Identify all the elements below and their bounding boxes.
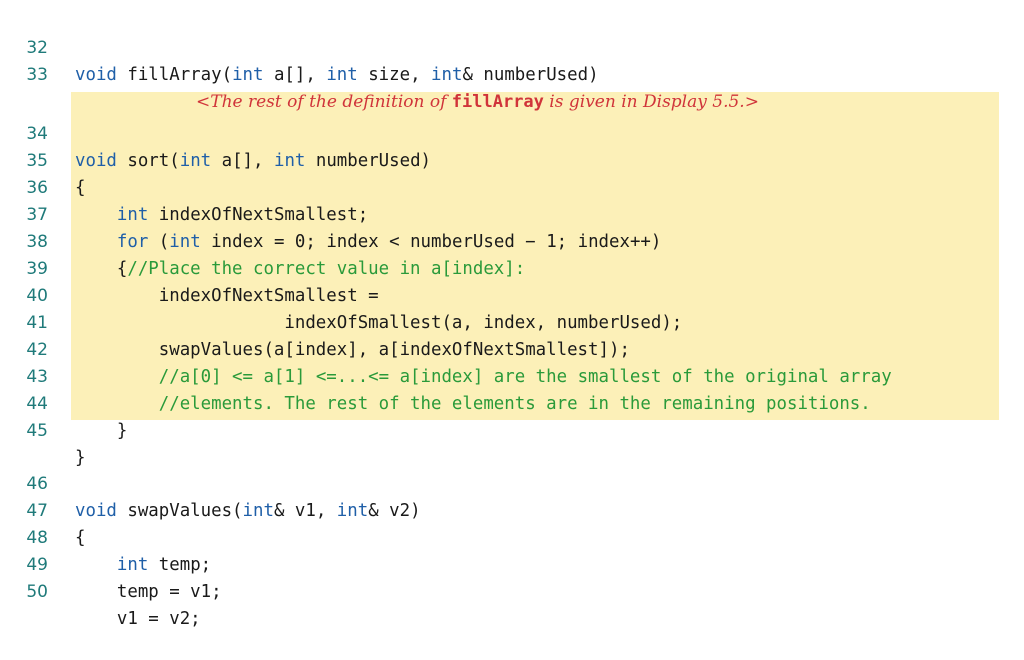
- code-text: {//Place the correct value in a[index]:: [75, 256, 525, 283]
- code-token: sort(: [116, 151, 180, 171]
- code-token: swapValues(: [116, 501, 243, 521]
- code-listing: 32 void fillArray(int a[], int size, int…: [0, 0, 1024, 629]
- keyword: int: [242, 501, 274, 521]
- code-token: a[],: [263, 65, 327, 85]
- code-line-43: 43 //elements. The rest of the elements …: [0, 337, 870, 414]
- line-number: 33: [26, 65, 48, 85]
- keyword: int: [232, 65, 264, 85]
- note-text: <The rest of the definition of: [196, 92, 452, 112]
- keyword: int: [116, 555, 149, 575]
- code-line-42: 42 //a[0] <= a[1] <=...<= a[index] are t…: [0, 310, 891, 387]
- code-line-50: 50 v1 = v2;: [0, 552, 200, 629]
- code-text: indexOfSmallest(a, index, numberUsed);: [75, 313, 683, 333]
- editorial-note: <The rest of the definition of fillArray…: [196, 89, 759, 116]
- code-line-33: 33 <The rest of the definition of fillAr…: [0, 35, 759, 112]
- keyword: int: [336, 501, 369, 521]
- code-line-47: 47 {: [0, 471, 85, 548]
- code-text: int temp;: [75, 552, 211, 579]
- code-line-41: 41 swapValues(a[index], a[indexOfNextSma…: [0, 283, 630, 360]
- keyword: int: [326, 65, 358, 85]
- keyword: for: [116, 232, 149, 252]
- keyword: int: [179, 151, 212, 171]
- code-text: indexOfNextSmallest =: [75, 286, 379, 306]
- line-number: 50: [26, 582, 48, 602]
- code-text: for (int index = 0; index < numberUsed −…: [75, 229, 661, 256]
- keyword: int: [116, 205, 149, 225]
- code-token: {: [75, 259, 128, 279]
- comment: //a[0] <= a[1] <=...<= a[index] are the …: [158, 367, 892, 387]
- code-line-40: 40 indexOfSmallest(a, index, numberUsed)…: [0, 256, 682, 333]
- code-line-45: 45 }: [0, 391, 85, 468]
- comment: //Place the correct value in a[index]:: [127, 259, 526, 279]
- code-line-36: 36 int indexOfNextSmallest;: [0, 148, 368, 225]
- code-token: fillArray(: [116, 65, 233, 85]
- code-text: void fillArray(int a[], int size, int& n…: [75, 62, 599, 89]
- keyword: void: [75, 151, 117, 171]
- code-line-35: 35 {: [0, 121, 85, 198]
- code-text: }: [75, 421, 128, 441]
- code-line-34: 34 void sort(int a[], int numberUsed): [0, 94, 431, 171]
- code-line-46: 46 void swapValues(int& v1, int& v2): [0, 444, 420, 521]
- code-line-49: 49 temp = v1;: [0, 525, 221, 602]
- code-text: //elements. The rest of the elements are…: [75, 391, 871, 418]
- comment: //elements. The rest of the elements are…: [158, 394, 871, 414]
- keyword: int: [169, 232, 201, 252]
- code-token: temp;: [148, 555, 212, 575]
- code-line-44: 44 }: [0, 364, 127, 441]
- code-token: index = 0; index < numberUsed − 1; index…: [200, 232, 662, 252]
- keyword: void: [75, 65, 117, 85]
- code-token: & numberUsed): [462, 65, 599, 85]
- code-text: void swapValues(int& v1, int& v2): [75, 498, 421, 525]
- code-token: a[],: [211, 151, 274, 171]
- code-token: (: [148, 232, 170, 252]
- code-text: {: [75, 178, 86, 198]
- code-text: //a[0] <= a[1] <=...<= a[index] are the …: [75, 364, 892, 391]
- code-line-48: 48 int temp;: [0, 498, 211, 575]
- code-text: {: [75, 528, 86, 548]
- code-line-32: 32 void fillArray(int a[], int size, int…: [0, 8, 598, 85]
- keyword: int: [273, 151, 306, 171]
- note-function-name: fillArray: [451, 92, 544, 112]
- code-text: temp = v1;: [75, 582, 222, 602]
- keyword: void: [75, 501, 117, 521]
- code-token: numberUsed): [305, 151, 432, 171]
- code-text: int indexOfNextSmallest;: [75, 202, 368, 229]
- code-line-38: 38 {//Place the correct value in a[index…: [0, 202, 525, 279]
- code-token: & v2): [368, 501, 421, 521]
- line-number: 45: [26, 421, 48, 441]
- code-text: }: [75, 448, 86, 468]
- keyword: int: [431, 65, 463, 85]
- code-line-39: 39 indexOfNextSmallest =: [0, 229, 378, 306]
- code-text: v1 = v2;: [75, 609, 201, 629]
- code-text: void sort(int a[], int numberUsed): [75, 148, 431, 175]
- code-token: & v1,: [273, 501, 337, 521]
- code-text: swapValues(a[index], a[indexOfNextSmalle…: [75, 340, 630, 360]
- code-line-37: 37 for (int index = 0; index < numberUse…: [0, 175, 661, 252]
- code-token: size,: [357, 65, 432, 85]
- code-token: indexOfNextSmallest;: [148, 205, 369, 225]
- note-text: is given in Display 5.5.>: [543, 92, 759, 112]
